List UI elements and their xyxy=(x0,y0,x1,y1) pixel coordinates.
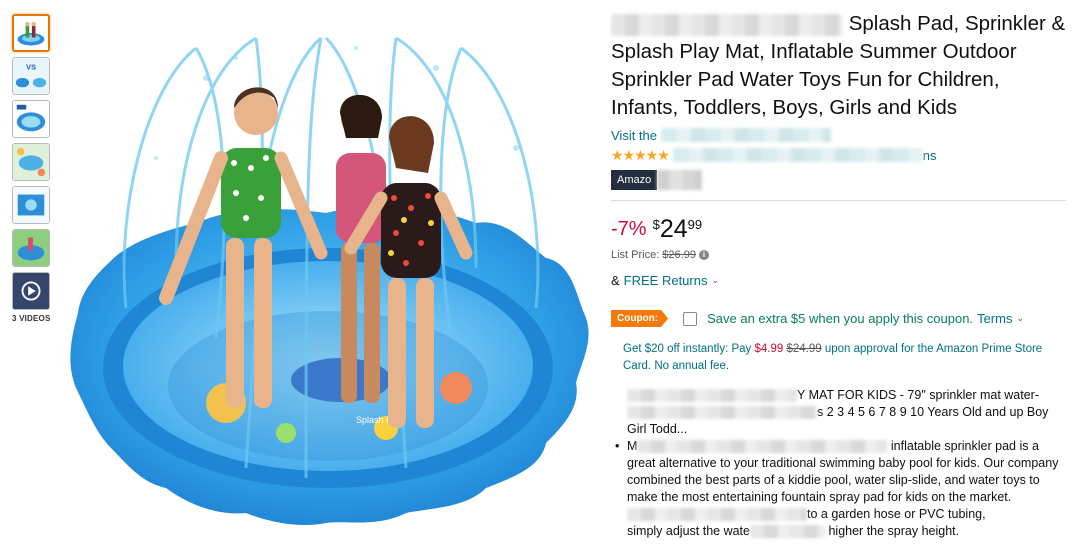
redacted-rating-count xyxy=(672,148,923,162)
videos-label[interactable]: 3 VIDEOS xyxy=(12,314,52,323)
redacted-brand xyxy=(611,13,843,36)
bullet-2-line1: inflatable sprinkler pad is a xyxy=(890,439,1039,453)
thumbnail-3[interactable] xyxy=(12,100,50,138)
coupon-tag: Coupon: xyxy=(611,310,669,327)
feature-bullets: Y MAT FOR KIDS - 79" sprinkler mat water… xyxy=(611,387,1066,540)
coupon-checkbox[interactable] xyxy=(683,311,698,326)
redacted-text xyxy=(637,440,888,454)
bullet-1-line3: Girl Todd... xyxy=(627,422,688,436)
coupon-row: Coupon: Save an extra $5 when you apply … xyxy=(611,310,1066,327)
discount-percent: -7% xyxy=(611,218,647,240)
terms-chevron-icon[interactable]: ⌄ xyxy=(1016,313,1024,324)
list-price-label: List Price: xyxy=(611,249,660,261)
product-info-panel: Splash Pad, Sprinkler & Splash Play Mat,… xyxy=(611,10,1066,540)
info-icon[interactable]: i xyxy=(698,250,709,260)
coupon-terms-link[interactable]: Terms xyxy=(977,311,1012,326)
free-returns-link[interactable]: FREE Returns xyxy=(624,273,708,288)
card-offer-old-price: $24.99 xyxy=(786,343,822,355)
price-symbol: $ xyxy=(652,217,660,232)
card-offer-price: $4.99 xyxy=(754,343,784,355)
rating-row[interactable]: ★★★★★ ns xyxy=(611,146,1066,164)
returns-prefix: & xyxy=(611,273,620,288)
product-title: Splash Pad, Sprinkler & Splash Play Mat,… xyxy=(611,10,1066,122)
redacted-text xyxy=(627,508,807,522)
bullet-2-line6-head: simply adjust the wate xyxy=(627,524,750,538)
thumbnail-2[interactable]: VS xyxy=(12,57,50,95)
thumbnail-strip: VS 3 VIDEOS xyxy=(12,14,52,323)
main-product-image[interactable]: Splash Pad xyxy=(56,8,596,538)
thumbnail-1[interactable] xyxy=(12,14,50,52)
bullet-1-line1: Y MAT FOR KIDS - 79" sprinkler mat water… xyxy=(797,388,1039,402)
bullet-2-head: M xyxy=(627,439,638,453)
redacted-store xyxy=(661,128,832,142)
coupon-text[interactable]: Save an extra $5 when you apply this cou… xyxy=(707,311,973,326)
bullet-2-line6-tail: higher the spray height. xyxy=(828,524,960,538)
thumbnail-6[interactable] xyxy=(12,229,50,267)
store-link[interactable]: Visit the xyxy=(611,126,1066,144)
bullet-2: M inflatable sprinkler pad is a great al… xyxy=(611,438,1066,540)
bullet-1: Y MAT FOR KIDS - 79" sprinkler mat water… xyxy=(611,387,1066,438)
price-fraction: 99 xyxy=(687,217,703,232)
amazon-choice-badge[interactable]: Amazo xyxy=(611,170,658,190)
returns-row: & FREE Returns ⌄ xyxy=(611,273,1066,288)
bullet-2-line5: to a garden hose or PVC tubing, xyxy=(807,507,986,521)
price-row: -7% $ 24 99 xyxy=(611,215,1066,245)
redacted-badge xyxy=(657,170,703,190)
price-whole: 24 xyxy=(659,215,688,243)
thumbnail-video[interactable] xyxy=(12,272,50,310)
badge-row: Amazo xyxy=(611,170,1066,190)
thumbnail-4[interactable] xyxy=(12,143,50,181)
card-offer-pre: Get $20 off instantly: Pay xyxy=(623,343,755,355)
thumbnail-5[interactable] xyxy=(12,186,50,224)
redacted-text xyxy=(627,389,797,403)
divider xyxy=(611,200,1066,201)
list-price-value: $26.99 xyxy=(662,249,696,261)
splash-pad-illustration: Splash Pad xyxy=(56,8,596,538)
redacted-text xyxy=(627,406,817,420)
chevron-down-icon[interactable]: ⌄ xyxy=(711,275,719,286)
card-offer[interactable]: Get $20 off instantly: Pay $4.99 $24.99 … xyxy=(623,341,1043,375)
store-link-prefix: Visit the xyxy=(611,127,658,143)
bullet-1-line2: s 2 3 4 5 6 7 8 9 10 Years Old and up Bo… xyxy=(817,405,1049,419)
thumb-vs-text: VS xyxy=(26,62,36,71)
badge-text: Amazo xyxy=(617,174,652,186)
list-price: List Price: $26.99 i xyxy=(611,249,1066,261)
redacted-text xyxy=(749,525,825,539)
bullet-2-body: great alternative to your traditional sw… xyxy=(627,456,1059,504)
star-rating-icon[interactable]: ★★★★★ xyxy=(611,147,670,164)
ratings-count-suffix[interactable]: ns xyxy=(923,148,937,163)
